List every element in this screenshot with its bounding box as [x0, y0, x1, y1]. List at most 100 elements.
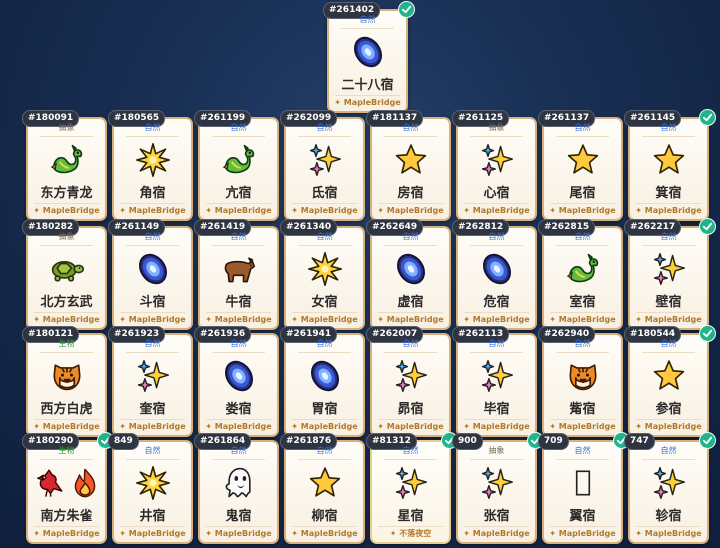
element-card[interactable]: #262649 自然 虚宿 ✦ MapleBridge — [366, 219, 451, 330]
divider — [470, 245, 523, 246]
element-icon — [200, 249, 277, 289]
element-card[interactable]: #261199 自然 亢宿 ✦ MapleBridge — [194, 110, 279, 221]
element-icon — [200, 356, 277, 396]
element-name: 心宿 — [483, 186, 510, 201]
element-card[interactable]: #262217 自然 壁宿 ✦ MapleBridge — [624, 218, 716, 330]
element-category: 抽象 — [488, 446, 505, 455]
sparkles-icon — [135, 358, 171, 394]
element-card[interactable]: #180290 生物 南方朱雀 ✦ MapleBridge — [22, 432, 114, 544]
galaxy-icon — [350, 34, 386, 70]
element-source: ✦ MapleBridge — [205, 206, 272, 215]
element-source: ✦ MapleBridge — [635, 315, 702, 324]
divider — [298, 136, 351, 137]
element-card[interactable]: #180091 抽象 东方青龙 ✦ MapleBridge — [22, 110, 107, 221]
dragon-icon — [221, 142, 257, 178]
element-source: ✦ MapleBridge — [291, 529, 358, 538]
element-card[interactable]: 747 自然 轸宿 ✦ MapleBridge — [624, 432, 716, 544]
element-card[interactable]: #261145 自然 箕宿 ✦ MapleBridge — [624, 109, 716, 221]
element-name: 斗宿 — [139, 295, 166, 310]
element-category: 自然 — [660, 339, 677, 348]
element-card[interactable]: 900 抽象 张宿 ✦ MapleBridge — [452, 432, 544, 544]
divider — [556, 136, 609, 137]
divider — [40, 245, 93, 246]
recipe-board: #261402 自然 二十八宿 ✦ MapleBridge #180091 抽象… — [0, 0, 720, 548]
element-source: ✦ MapleBridge — [119, 529, 186, 538]
element-name: 胃宿 — [311, 402, 338, 417]
element-category: 自然 — [144, 123, 161, 132]
element-icon — [28, 356, 105, 396]
glowing-star-icon — [307, 251, 343, 287]
element-icon — [372, 249, 449, 289]
element-source: ✦ MapleBridge — [33, 206, 100, 215]
divider — [378, 203, 443, 204]
element-card[interactable]: #180565 自然 角宿 ✦ MapleBridge — [108, 110, 193, 221]
element-name: 女宿 — [311, 295, 338, 310]
element-source: ✦ MapleBridge — [463, 206, 530, 215]
star-icon — [307, 465, 343, 501]
element-category: 自然 — [144, 446, 161, 455]
root-element-card[interactable]: #261402 自然 二十八宿 ✦ MapleBridge — [323, 1, 415, 113]
element-card[interactable]: #81312 自然 星宿 ✦ 不落夜空 — [366, 432, 458, 544]
element-source: ✦ MapleBridge — [291, 422, 358, 431]
element-card[interactable]: #181137 自然 房宿 ✦ MapleBridge — [366, 110, 451, 221]
element-name: 轸宿 — [655, 509, 682, 524]
divider — [120, 419, 185, 420]
element-card[interactable]: #262099 自然 氐宿 ✦ MapleBridge — [280, 110, 365, 221]
element-icon — [630, 249, 707, 289]
element-category: 自然 — [488, 339, 505, 348]
element-card[interactable]: #261864 自然 鬼宿 ✦ MapleBridge — [194, 433, 279, 544]
element-category: 自然 — [574, 339, 591, 348]
element-card[interactable]: 849 自然 井宿 ✦ MapleBridge — [108, 433, 193, 544]
element-card[interactable]: #262940 自然 觜宿 ✦ MapleBridge — [538, 326, 623, 437]
element-icon — [114, 249, 191, 289]
element-card[interactable]: #261419 自然 牛宿 ✦ MapleBridge — [194, 219, 279, 330]
divider — [341, 28, 394, 29]
element-card[interactable]: 709 自然 翼宿 ✦ MapleBridge — [538, 432, 630, 544]
divider — [636, 526, 701, 527]
element-icon — [544, 356, 621, 396]
element-card[interactable]: #261923 自然 奎宿 ✦ MapleBridge — [108, 326, 193, 437]
element-source: ✦ MapleBridge — [33, 529, 100, 538]
element-card[interactable]: #261125 抽象 心宿 ✦ MapleBridge — [452, 110, 537, 221]
element-category: 自然 — [574, 232, 591, 241]
element-source: ✦ MapleBridge — [549, 422, 616, 431]
element-source: ✦ MapleBridge — [33, 315, 100, 324]
element-card[interactable]: #262007 自然 昴宿 ✦ MapleBridge — [366, 326, 451, 437]
element-card[interactable]: #261340 自然 女宿 ✦ MapleBridge — [280, 219, 365, 330]
divider — [298, 352, 351, 353]
element-card[interactable]: #261936 自然 娄宿 ✦ MapleBridge — [194, 326, 279, 437]
divider — [464, 203, 529, 204]
element-source: ✦ MapleBridge — [463, 315, 530, 324]
element-card[interactable]: #261137 自然 尾宿 ✦ MapleBridge — [538, 110, 623, 221]
element-card[interactable]: #180121 生物 西方白虎 ✦ MapleBridge — [22, 326, 107, 437]
element-category: 自然 — [402, 339, 419, 348]
divider — [550, 526, 615, 527]
galaxy-icon — [307, 358, 343, 394]
element-source: ✦ MapleBridge — [291, 206, 358, 215]
element-source: ✦ MapleBridge — [549, 529, 616, 538]
element-name: 井宿 — [139, 509, 166, 524]
element-card[interactable]: #180282 抽象 北方玄武 ✦ MapleBridge — [22, 219, 107, 330]
element-name: 危宿 — [483, 295, 510, 310]
element-card[interactable]: #261876 自然 柳宿 ✦ MapleBridge — [280, 433, 365, 544]
element-card[interactable]: #261149 自然 斗宿 ✦ MapleBridge — [108, 219, 193, 330]
element-card[interactable]: #262812 自然 危宿 ✦ MapleBridge — [452, 219, 537, 330]
element-icon — [544, 249, 621, 289]
element-card[interactable]: #180544 自然 参宿 ✦ MapleBridge — [624, 325, 716, 437]
divider — [206, 526, 271, 527]
element-icon — [372, 140, 449, 180]
star-icon — [651, 358, 687, 394]
element-card[interactable]: #261941 自然 胃宿 ✦ MapleBridge — [280, 326, 365, 437]
element-card[interactable]: #262113 自然 毕宿 ✦ MapleBridge — [452, 326, 537, 437]
element-icon — [544, 140, 621, 180]
galaxy-icon — [221, 358, 257, 394]
element-source: ✦ MapleBridge — [463, 422, 530, 431]
element-card[interactable]: #262815 自然 室宿 ✦ MapleBridge — [538, 219, 623, 330]
element-name: 毕宿 — [483, 402, 510, 417]
divider — [212, 136, 265, 137]
divider — [206, 203, 271, 204]
element-source: ✦ MapleBridge — [334, 98, 401, 107]
tiger-icon — [565, 358, 601, 394]
divider — [120, 203, 185, 204]
divider — [120, 526, 185, 527]
